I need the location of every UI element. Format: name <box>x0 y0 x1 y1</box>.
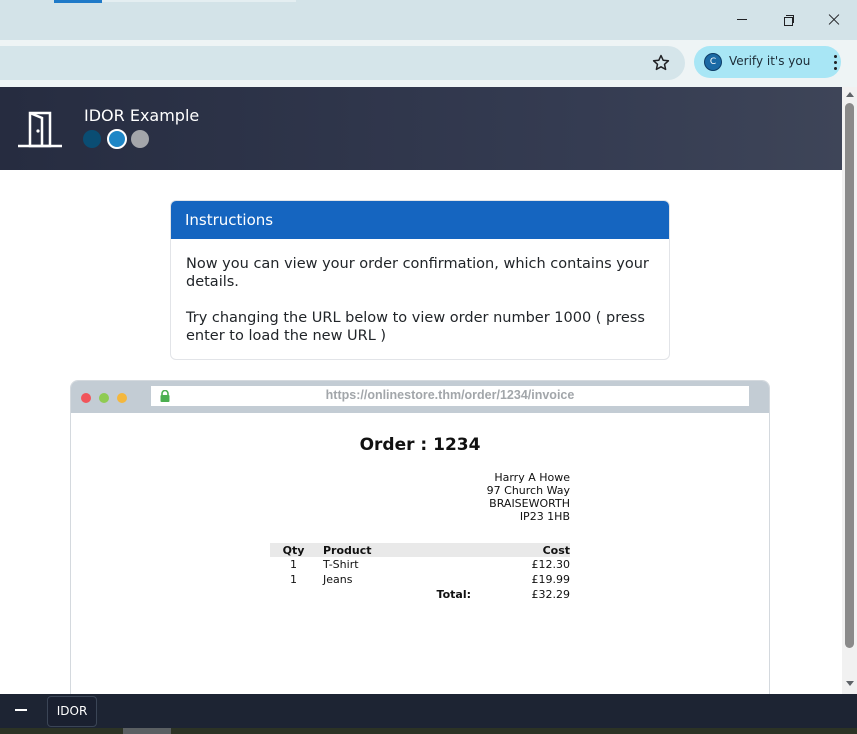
taskbar-item-idor[interactable]: IDOR <box>47 696 97 727</box>
taskbar-strip-marker <box>123 728 171 734</box>
taskbar-menu-icon[interactable] <box>15 709 27 711</box>
item-product: Jeans <box>323 573 353 586</box>
item-cost: £12.30 <box>531 558 571 571</box>
instructions-paragraph: Now you can view your order confirmation… <box>186 256 649 290</box>
table-header-row: Qty Product Cost <box>270 543 570 557</box>
address-line: IP23 1HB <box>519 510 570 523</box>
profile-avatar: C <box>704 53 722 71</box>
item-qty: 1 <box>290 558 297 571</box>
item-qty: 1 <box>290 573 297 586</box>
address-line: 97 Church Way <box>486 484 570 497</box>
restore-icon[interactable] <box>775 8 801 32</box>
mock-url-field[interactable]: https://onlinestore.thm/order/1234/invoi… <box>151 386 749 406</box>
mock-maximize-dot <box>117 393 127 403</box>
taskbar: IDOR <box>0 694 857 734</box>
address-line: Harry A Howe <box>494 471 570 484</box>
minimize-icon[interactable] <box>729 8 755 32</box>
browser-titlebar <box>0 0 857 40</box>
step-indicator-2[interactable] <box>107 129 127 149</box>
column-header-product: Product <box>317 543 479 557</box>
order-items-table: Qty Product Cost 1 T-Shirt £12.30 1 Jean… <box>270 543 570 602</box>
table-row: 1 T-Shirt £12.30 <box>270 557 570 572</box>
customer-address: Harry A Howe 97 Church Way BRAISEWORTH I… <box>451 471 570 523</box>
item-cost: £19.99 <box>531 573 571 586</box>
tab-strip[interactable] <box>102 0 296 2</box>
door-icon <box>18 111 62 148</box>
scrollbar-thumb[interactable] <box>845 103 854 648</box>
browser-toolbar: C Verify it's you <box>0 40 857 87</box>
mock-browser-bar: https://onlinestore.thm/order/1234/invoi… <box>71 381 769 413</box>
item-product: T-Shirt <box>323 558 359 571</box>
total-label: Total: <box>436 588 471 601</box>
address-bar[interactable] <box>0 46 685 80</box>
step-indicator-3[interactable] <box>131 130 149 148</box>
total-row: Total: £32.29 <box>270 587 570 602</box>
close-icon[interactable] <box>821 8 847 32</box>
page-scrollbar[interactable] <box>842 87 857 694</box>
mock-url-text[interactable]: https://onlinestore.thm/order/1234/invoi… <box>151 388 749 402</box>
page-title: IDOR Example <box>84 106 200 125</box>
mock-minimize-dot <box>99 393 109 403</box>
active-tab-indicator[interactable] <box>54 0 102 3</box>
invoice-title: Order : 1234 <box>359 435 481 455</box>
instructions-paragraph: Try changing the URL below to view order… <box>186 310 645 344</box>
instructions-card: Instructions Now you can view your order… <box>170 200 670 360</box>
app-header: IDOR Example <box>0 87 842 170</box>
total-value: £32.29 <box>531 588 571 601</box>
mock-close-dot <box>81 393 91 403</box>
verify-label: Verify it's you <box>729 54 811 68</box>
step-indicator-1[interactable] <box>83 130 101 148</box>
scroll-up-arrow-icon[interactable] <box>846 92 854 97</box>
verify-identity-button[interactable]: C Verify it's you <box>694 46 841 78</box>
table-row: 1 Jeans £19.99 <box>270 572 570 587</box>
mock-browser-window: https://onlinestore.thm/order/1234/invoi… <box>70 380 770 712</box>
instructions-header: Instructions <box>171 201 669 239</box>
instructions-body: Now you can view your order confirmation… <box>171 239 669 345</box>
column-header-qty: Qty <box>270 543 317 557</box>
column-header-cost: Cost <box>479 543 570 557</box>
kebab-menu-icon[interactable] <box>826 52 844 74</box>
address-line: BRAISEWORTH <box>489 497 570 510</box>
scroll-down-arrow-icon[interactable] <box>846 681 854 686</box>
bookmark-star-icon[interactable] <box>651 53 671 73</box>
